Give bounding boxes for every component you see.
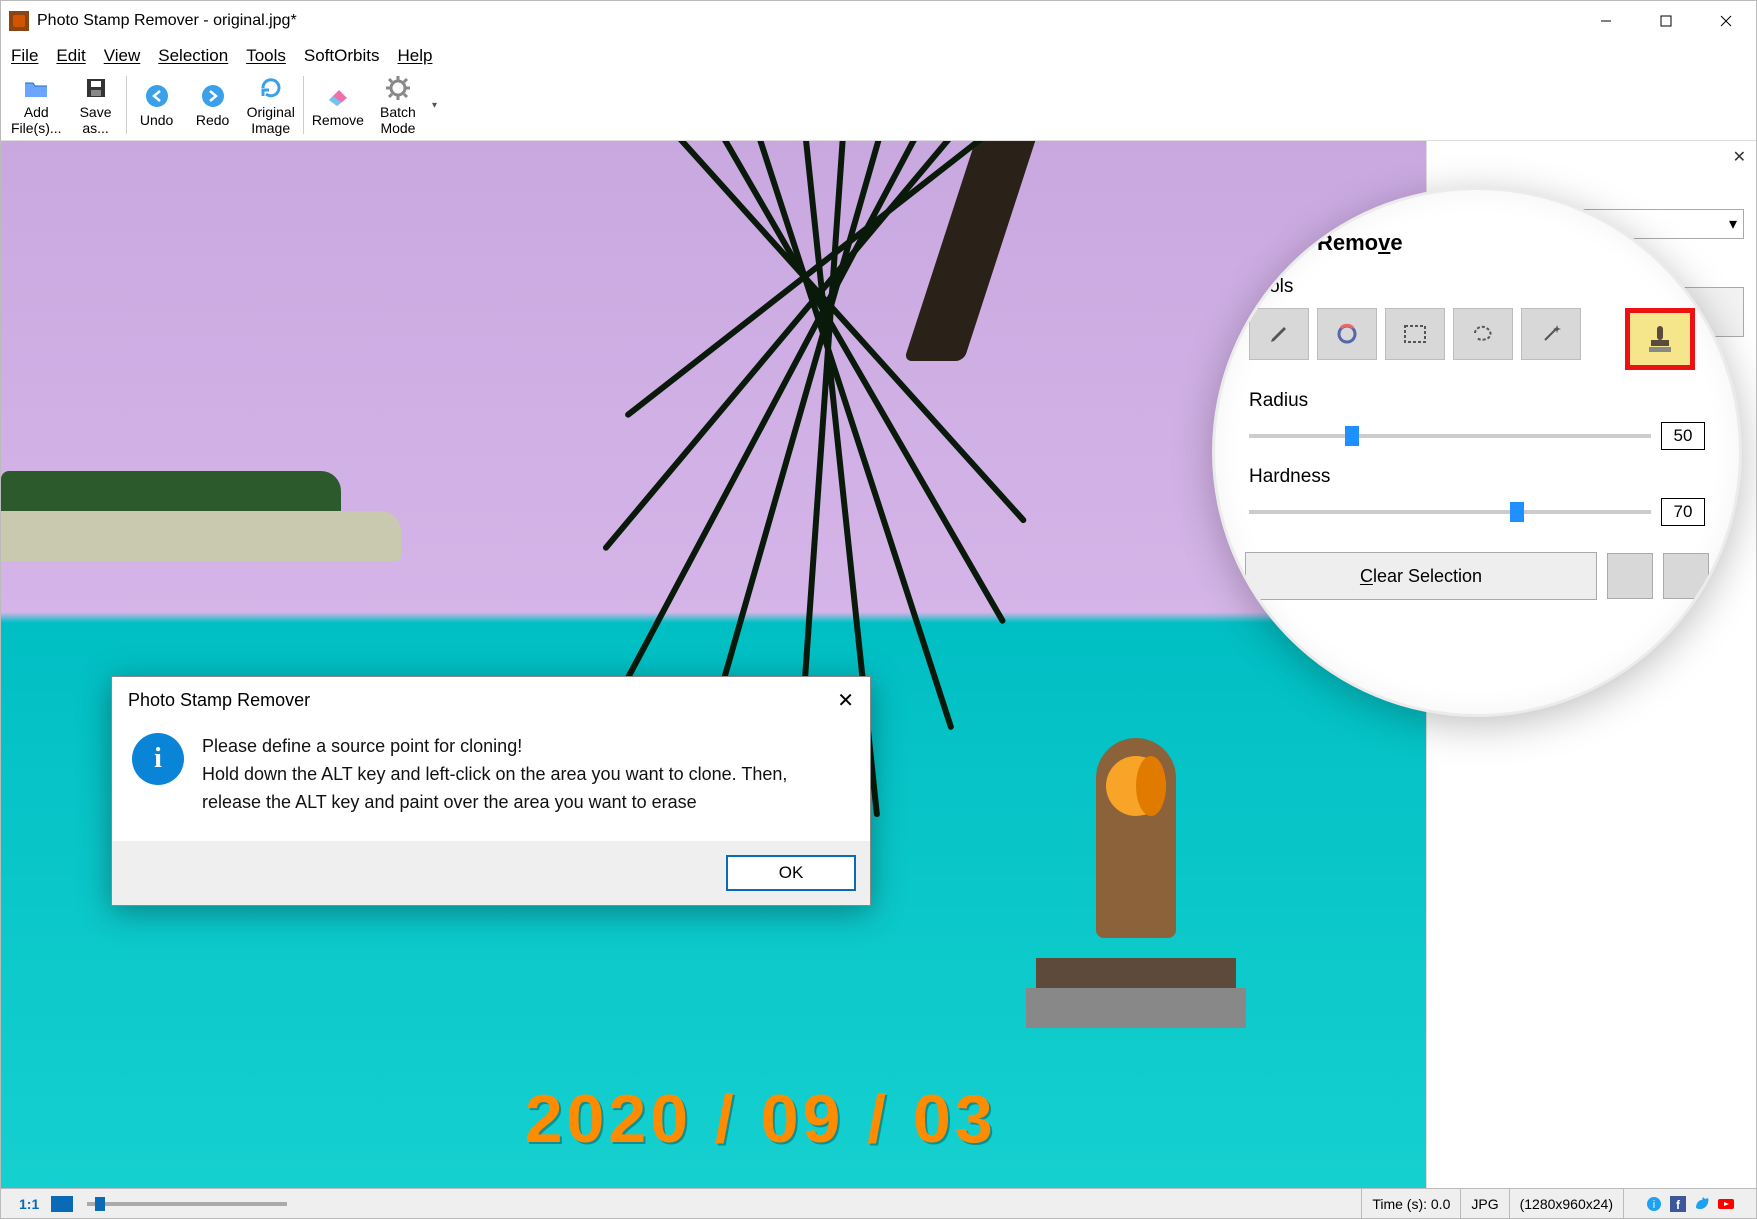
- hardness-label: Hardness: [1249, 466, 1709, 488]
- twitter-icon[interactable]: [1694, 1196, 1710, 1212]
- menu-tools[interactable]: Tools: [246, 46, 286, 66]
- menu-help[interactable]: Help: [397, 46, 432, 66]
- pencil-tool[interactable]: [1249, 308, 1309, 360]
- close-icon: [1720, 15, 1732, 27]
- lasso-icon: [1471, 323, 1495, 345]
- decorative-rocks: [1, 511, 401, 561]
- radius-value[interactable]: 50: [1661, 422, 1705, 450]
- dialog-close-button[interactable]: ✕: [837, 688, 854, 713]
- color-eraser-icon: [1335, 322, 1359, 346]
- undo-icon: [143, 82, 171, 110]
- refresh-icon: [257, 74, 285, 102]
- selection-tool-a[interactable]: [1607, 553, 1653, 599]
- dialog-message: Please define a source point for cloning…: [202, 733, 850, 817]
- status-dimensions: (1280x960x24): [1509, 1189, 1623, 1218]
- status-bar: 1:1 Time (s): 0.0 JPG (1280x960x24) i f: [1, 1188, 1756, 1218]
- magnifier-overlay: Remove Tools Radius 50 Hardness 70: [1212, 187, 1742, 717]
- add-files-button[interactable]: Add File(s)...: [5, 72, 68, 138]
- info-dialog: Photo Stamp Remover ✕ i Please define a …: [111, 676, 871, 906]
- eraser-icon: [324, 82, 352, 110]
- title-bar: Photo Stamp Remover - original.jpg*: [1, 1, 1756, 41]
- gear-icon: [384, 74, 412, 102]
- toolbar-overflow[interactable]: ▾: [426, 100, 443, 111]
- panel-close-button[interactable]: ✕: [1733, 147, 1746, 167]
- remove-button[interactable]: Remove: [306, 72, 370, 138]
- radius-label: Radius: [1249, 390, 1709, 412]
- stamp-illustration: [1006, 738, 1266, 1038]
- main-toolbar: Add File(s)... Save as... Undo Redo Orig…: [1, 70, 1756, 141]
- redo-button[interactable]: Redo: [185, 72, 241, 138]
- status-format: JPG: [1460, 1189, 1508, 1218]
- redo-icon: [199, 82, 227, 110]
- window-title: Photo Stamp Remover - original.jpg*: [37, 12, 1576, 30]
- color-eraser-tool[interactable]: [1317, 308, 1377, 360]
- menu-file[interactable]: File: [11, 46, 38, 66]
- toolbar-separator: [303, 76, 304, 134]
- clear-selection-button[interactable]: Clear Selection: [1245, 552, 1597, 600]
- hardness-value[interactable]: 70: [1661, 498, 1705, 526]
- image-canvas[interactable]: 2020 / 09 / 03 Photo Stamp Remover ✕ i P…: [1, 141, 1426, 1188]
- menu-bar: File Edit View Selection Tools SoftOrbit…: [1, 41, 1756, 70]
- dialog-title-bar: Photo Stamp Remover ✕: [112, 677, 870, 723]
- dialog-title-text: Photo Stamp Remover: [128, 690, 310, 711]
- tools-row: [1245, 308, 1709, 370]
- marquee-icon: [1403, 324, 1427, 344]
- rectangle-select-tool[interactable]: [1385, 308, 1445, 360]
- youtube-icon[interactable]: [1718, 1196, 1734, 1212]
- menu-view[interactable]: View: [104, 46, 141, 66]
- free-select-tool[interactable]: [1453, 308, 1513, 360]
- magic-wand-tool[interactable]: [1521, 308, 1581, 360]
- hardness-slider[interactable]: [1249, 510, 1651, 514]
- dialog-ok-button[interactable]: OK: [726, 855, 856, 891]
- menu-edit[interactable]: Edit: [56, 46, 85, 66]
- maximize-button[interactable]: [1636, 1, 1696, 41]
- folder-open-icon: [22, 74, 50, 102]
- fit-screen-button[interactable]: [51, 1196, 73, 1212]
- tools-section-label: Tools: [1249, 276, 1709, 298]
- clone-stamp-tool[interactable]: [1625, 308, 1695, 370]
- minimize-button[interactable]: [1576, 1, 1636, 41]
- content-area: 2020 / 09 / 03 Photo Stamp Remover ✕ i P…: [1, 141, 1756, 1188]
- window-controls: [1576, 1, 1756, 41]
- maximize-icon: [1660, 15, 1672, 27]
- wand-icon: [1540, 323, 1562, 345]
- info-circle-icon[interactable]: i: [1646, 1196, 1662, 1212]
- info-icon: i: [132, 733, 184, 785]
- zoom-slider[interactable]: [87, 1202, 287, 1206]
- save-as-button[interactable]: Save as...: [68, 72, 124, 138]
- zoom-1to1-button[interactable]: 1:1: [11, 1196, 47, 1212]
- batch-mode-button[interactable]: Batch Mode: [370, 72, 426, 138]
- svg-text:i: i: [1653, 1199, 1655, 1211]
- status-time: Time (s): 0.0: [1361, 1189, 1460, 1218]
- menu-softorbits[interactable]: SoftOrbits: [304, 46, 380, 66]
- pencil-icon: [1268, 323, 1290, 345]
- app-window: Photo Stamp Remover - original.jpg* File…: [0, 0, 1757, 1219]
- undo-button[interactable]: Undo: [129, 72, 185, 138]
- zoom-controls: 1:1: [1, 1189, 307, 1218]
- app-icon: [9, 11, 29, 31]
- original-image-button[interactable]: Original Image: [241, 72, 301, 138]
- stamp-icon: [1647, 324, 1673, 354]
- close-button[interactable]: [1696, 1, 1756, 41]
- date-stamp-text: 2020 / 09 / 03: [525, 1080, 997, 1158]
- chevron-down-icon: ▾: [1729, 214, 1737, 234]
- status-social: i f: [1623, 1189, 1756, 1218]
- save-icon: [82, 74, 110, 102]
- facebook-icon[interactable]: f: [1670, 1196, 1686, 1212]
- toolbar-separator: [126, 76, 127, 134]
- magnified-panel-title: Remove: [1317, 230, 1403, 256]
- menu-selection[interactable]: Selection: [158, 46, 228, 66]
- minimize-icon: [1600, 15, 1612, 27]
- radius-slider[interactable]: [1249, 434, 1651, 438]
